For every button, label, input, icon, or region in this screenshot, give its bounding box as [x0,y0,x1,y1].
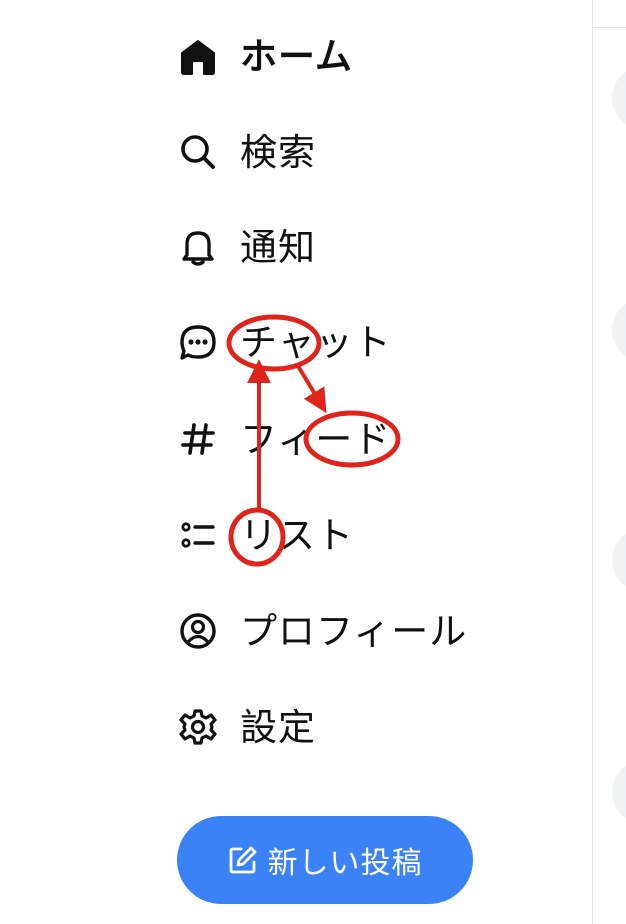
list-icon [176,513,220,557]
feed-header-border [593,27,626,28]
sidebar-item-label: チャット [240,320,392,364]
avatar[interactable] [612,760,626,824]
bell-icon [176,225,220,269]
sidebar-item-settings[interactable]: 設定 [176,691,336,763]
sidebar-item-search[interactable]: 検索 [176,116,336,188]
sidebar-item-lists[interactable]: リスト [176,499,374,571]
app-window: ホーム 検索 通知 チャット フィード リスト プロフィール 設定 新しい投稿 [0,0,626,924]
sidebar-item-notifications[interactable]: 通知 [176,211,336,283]
sidebar-item-label: 設定 [240,705,316,749]
home-icon [176,34,220,78]
sidebar-item-feeds[interactable]: フィード [176,403,411,475]
sidebar-item-profile[interactable]: プロフィール [176,595,487,667]
avatar[interactable] [612,298,626,362]
avatar[interactable] [612,66,626,130]
edit-icon [228,845,258,875]
new-post-label: 新しい投稿 [267,846,423,881]
feed-divider [592,0,593,924]
search-icon [176,130,220,174]
new-post-button[interactable]: 新しい投稿 [177,816,473,904]
sidebar-item-label: ホーム [240,34,353,78]
sidebar-nav: ホーム 検索 通知 チャット フィード リスト プロフィール 設定 新しい投稿 [0,0,592,924]
avatar[interactable] [612,528,626,592]
sidebar-item-home[interactable]: ホーム [176,20,373,92]
sidebar-item-label: 検索 [240,130,316,174]
sidebar-item-label: リスト [240,513,354,557]
sidebar-item-label: 通知 [240,225,316,269]
gear-icon [176,705,220,749]
hashtag-icon [176,417,220,461]
sidebar-item-chat[interactable]: チャット [176,306,412,378]
chat-bubble-icon [176,320,220,364]
sidebar-item-label: プロフィール [240,609,468,653]
sidebar-item-label: フィード [240,417,392,461]
profile-icon [176,609,220,653]
